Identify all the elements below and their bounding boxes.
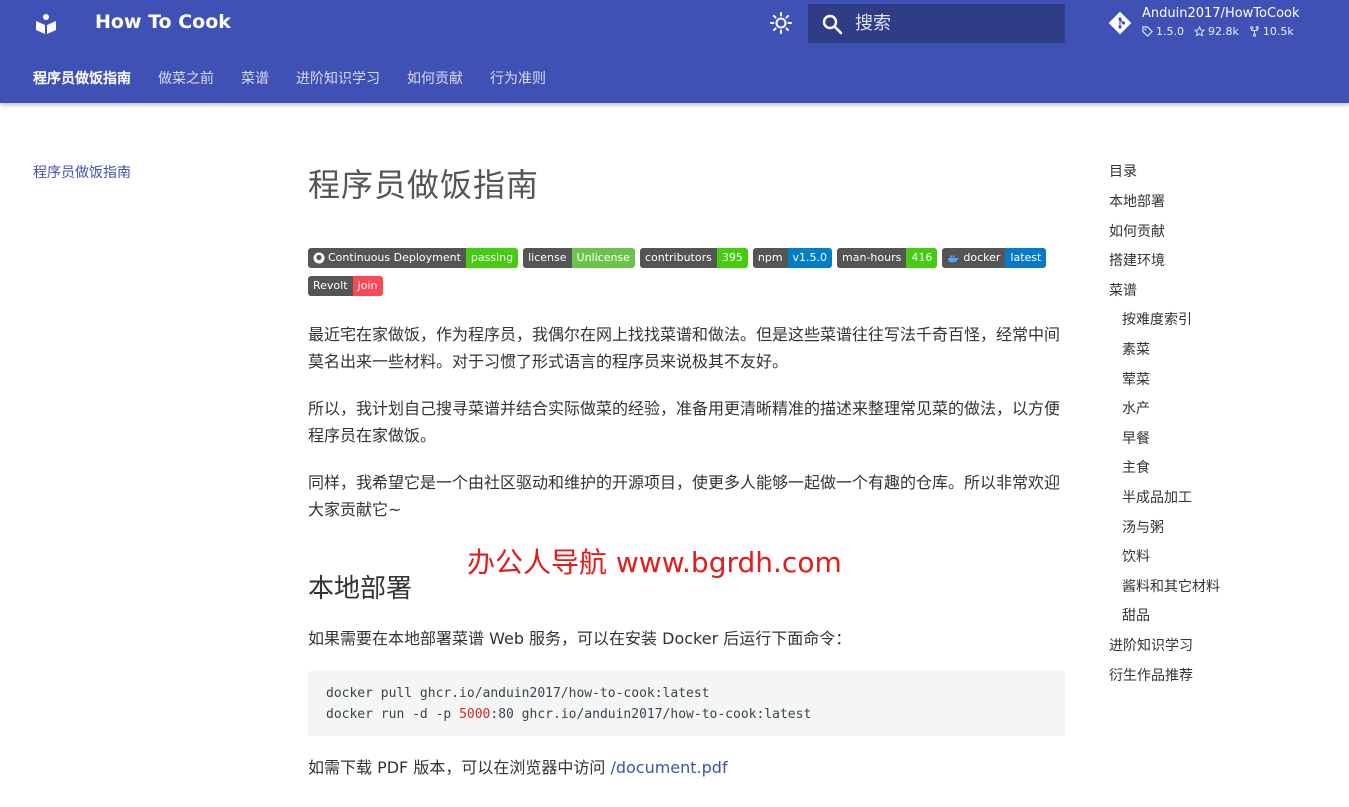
repo-version: 1.5.0 (1156, 25, 1184, 38)
code-block[interactable]: docker pull ghcr.io/anduin2017/how-to-co… (308, 671, 1065, 736)
intro-paragraph-1: 最近宅在家做饭，作为程序员，我偶尔在网上找找菜谱和做法。但是这些菜谱往往写法千奇… (308, 325, 1061, 371)
tab-contribute[interactable]: 如何贡献 (407, 68, 463, 88)
badge-man-hours[interactable]: man-hours 416 (837, 248, 938, 268)
tab-guide[interactable]: 程序员做饭指南 (33, 68, 131, 88)
search-icon (822, 14, 843, 34)
section-heading-local-deploy: 本地部署 (308, 574, 413, 604)
star-icon (1194, 26, 1205, 37)
badge-npm[interactable]: npm v1.5.0 (752, 248, 833, 268)
badge-revolt[interactable]: Revolt Join (308, 276, 383, 296)
toc-item[interactable]: 衍生作品推荐 (1109, 664, 1220, 694)
site-title[interactable]: How To Cook (95, 11, 231, 33)
toc-title: 目录 (1109, 164, 1137, 180)
toc-item[interactable]: 汤与粥 (1109, 516, 1220, 546)
left-nav-item[interactable]: 程序员做饭指南 (33, 162, 131, 182)
badge-docker[interactable]: docker latest (942, 248, 1047, 268)
code-line-1: docker pull ghcr.io/anduin2017/how-to-co… (326, 686, 710, 701)
badge-contributors[interactable]: contributors 395 (639, 248, 748, 268)
tag-icon (1142, 26, 1153, 37)
search-box[interactable] (808, 4, 1065, 43)
toc-item[interactable]: 本地部署 (1109, 190, 1220, 220)
search-input[interactable] (855, 13, 1055, 34)
toc-item[interactable]: 饮料 (1109, 545, 1220, 575)
toc-item[interactable]: 甜品 (1109, 604, 1220, 634)
pdf-link[interactable]: /document.pdf (610, 758, 727, 777)
repo-facts: 1.5.0 92.8k 10.5k (1142, 25, 1294, 38)
tab-code-of-conduct[interactable]: 行为准则 (490, 68, 546, 88)
badge-license[interactable]: license Unlicense (523, 248, 635, 268)
toc-item[interactable]: 主食 (1109, 456, 1220, 486)
nav-tabs: 程序员做饭指南 做菜之前 菜谱 进阶知识学习 如何贡献 行为准则 (33, 68, 546, 88)
book-logo-icon[interactable] (34, 12, 58, 36)
tab-recipes[interactable]: 菜谱 (241, 68, 269, 88)
git-diamond-icon (1108, 11, 1132, 35)
toc-item[interactable]: 酱料和其它材料 (1109, 575, 1220, 605)
deploy-paragraph: 如果需要在本地部署菜谱 Web 服务，可以在安装 Docker 后运行下面命令： (308, 629, 852, 648)
toc-item[interactable]: 荤菜 (1109, 368, 1220, 398)
badges: Continuous Deployment passing license Unli… (308, 248, 1065, 304)
toc-item[interactable]: 早餐 (1109, 427, 1220, 457)
pdf-paragraph: 如需下载 PDF 版本，可以在浏览器中访问 /document.pdf (308, 758, 728, 777)
watermark-text: 办公人导航 www.bgrdh.com (467, 546, 842, 579)
badge-ci[interactable]: Continuous Deployment passing (308, 248, 519, 268)
toc-item[interactable]: 半成品加工 (1109, 486, 1220, 516)
toc-item[interactable]: 素菜 (1109, 338, 1220, 368)
table-of-contents: 目录 本地部署 如何贡献 搭建环境 菜谱 按难度索引 素菜 荤菜 水产 早餐 主… (1109, 160, 1220, 693)
top-header: How To Cook Anduin2017/HowToCook 1.5.0 (0, 0, 1349, 103)
intro-paragraph-2: 所以，我计划自己搜寻菜谱并结合实际做菜的经验，准备用更清晰精准的描述来整理常见菜… (308, 399, 1061, 445)
toc-item[interactable]: 按难度索引 (1109, 308, 1220, 338)
toc-item[interactable]: 搭建环境 (1109, 249, 1220, 279)
repo-stars: 92.8k (1208, 25, 1239, 38)
brightness-toggle-icon[interactable] (769, 11, 793, 35)
code-line-2: docker run -d -p 5000:80 ghcr.io/anduin2… (326, 707, 812, 722)
tab-before-cooking[interactable]: 做菜之前 (158, 68, 214, 88)
repo-name: Anduin2017/HowToCook (1142, 6, 1300, 21)
intro-paragraph-3: 同样，我希望它是一个由社区驱动和维护的开源项目，使更多人能够一起做一个有趣的仓库… (308, 473, 1061, 519)
toc-item[interactable]: 进阶知识学习 (1109, 634, 1220, 664)
toc-item[interactable]: 水产 (1109, 397, 1220, 427)
toc-item[interactable]: 如何贡献 (1109, 220, 1220, 250)
repo-forks: 10.5k (1262, 25, 1294, 38)
fork-icon (1250, 26, 1259, 37)
main-content: 程序员做饭指南 Continuous Deployment passing lic… (308, 160, 1065, 777)
tab-advanced[interactable]: 进阶知识学习 (296, 68, 380, 88)
docker-icon (948, 255, 959, 263)
page-title: 程序员做饭指南 (308, 166, 540, 204)
github-icon (313, 252, 325, 264)
toc-item[interactable]: 菜谱 (1109, 279, 1220, 309)
